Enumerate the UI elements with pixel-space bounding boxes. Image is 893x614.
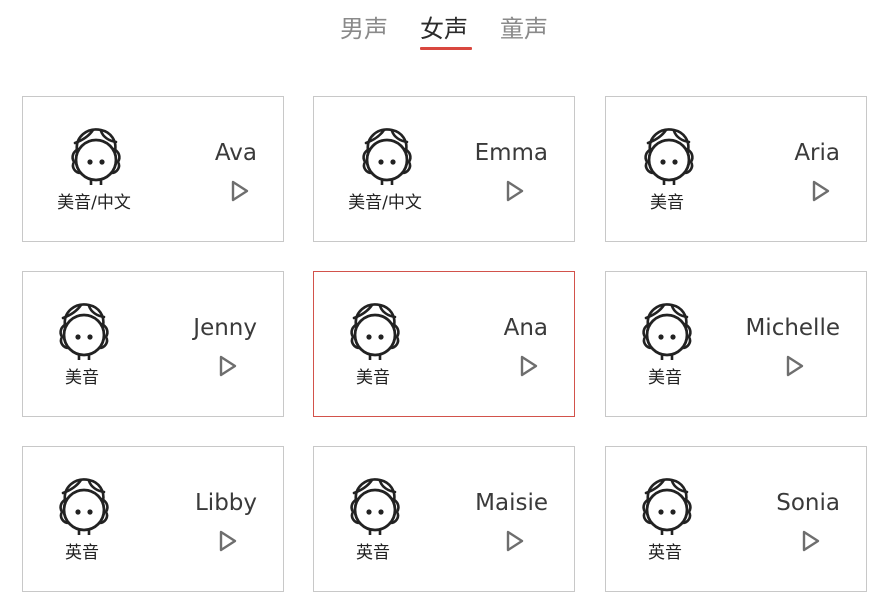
voice-name: Jenny <box>193 315 257 341</box>
play-triangle-icon[interactable] <box>217 354 239 378</box>
play-triangle-icon[interactable] <box>229 179 251 203</box>
play-triangle-icon[interactable] <box>518 354 540 378</box>
voice-accent-label: 美音 <box>356 368 390 388</box>
voice-accent-label: 美音/中文 <box>57 193 131 213</box>
play-triangle-icon[interactable] <box>784 354 806 378</box>
voice-card-jenny[interactable]: 美音 Jenny <box>22 271 284 417</box>
girl-face-icon <box>47 298 117 362</box>
voice-card-michelle[interactable]: 美音 Michelle <box>605 271 867 417</box>
voice-name: Ava <box>214 140 257 166</box>
tab-child-voice[interactable]: 童声 <box>500 12 548 46</box>
girl-face-icon <box>47 473 117 537</box>
voice-accent-label: 美音 <box>648 368 682 388</box>
voice-card-ava[interactable]: 美音/中文 Ava <box>22 96 284 242</box>
voice-accent-label: 英音 <box>65 543 99 563</box>
voice-name: Michelle <box>745 315 840 341</box>
voice-accent-label: 英音 <box>356 543 390 563</box>
voice-accent-label: 英音 <box>648 543 682 563</box>
voice-name: Aria <box>794 140 840 166</box>
play-triangle-icon[interactable] <box>504 179 526 203</box>
tab-male-voice[interactable]: 男声 <box>340 12 388 46</box>
girl-face-icon <box>59 123 129 187</box>
tab-female-voice[interactable]: 女声 <box>420 12 468 46</box>
girl-face-icon <box>630 473 700 537</box>
voice-card-ana[interactable]: 美音 Ana <box>313 271 575 417</box>
voice-name: Ana <box>503 315 548 341</box>
voice-card-maisie[interactable]: 英音 Maisie <box>313 446 575 592</box>
girl-face-icon <box>338 473 408 537</box>
girl-face-icon <box>632 123 702 187</box>
voice-accent-label: 美音 <box>650 193 684 213</box>
voice-card-libby[interactable]: 英音 Libby <box>22 446 284 592</box>
girl-face-icon <box>630 298 700 362</box>
play-triangle-icon[interactable] <box>504 529 526 553</box>
voice-accent-label: 美音/中文 <box>348 193 422 213</box>
voice-accent-label: 美音 <box>65 368 99 388</box>
active-tab-indicator <box>420 47 472 50</box>
play-triangle-icon[interactable] <box>810 179 832 203</box>
voice-name: Sonia <box>776 490 840 516</box>
play-triangle-icon[interactable] <box>800 529 822 553</box>
voice-name: Emma <box>474 140 548 166</box>
voice-name: Libby <box>194 490 257 516</box>
voice-card-emma[interactable]: 美音/中文 Emma <box>313 96 575 242</box>
girl-face-icon <box>338 298 408 362</box>
girl-face-icon <box>350 123 420 187</box>
voice-card-sonia[interactable]: 英音 Sonia <box>605 446 867 592</box>
voice-card-aria[interactable]: 美音 Aria <box>605 96 867 242</box>
voice-name: Maisie <box>475 490 548 516</box>
voice-category-tabs: 男声 女声 童声 <box>0 12 893 52</box>
play-triangle-icon[interactable] <box>217 529 239 553</box>
